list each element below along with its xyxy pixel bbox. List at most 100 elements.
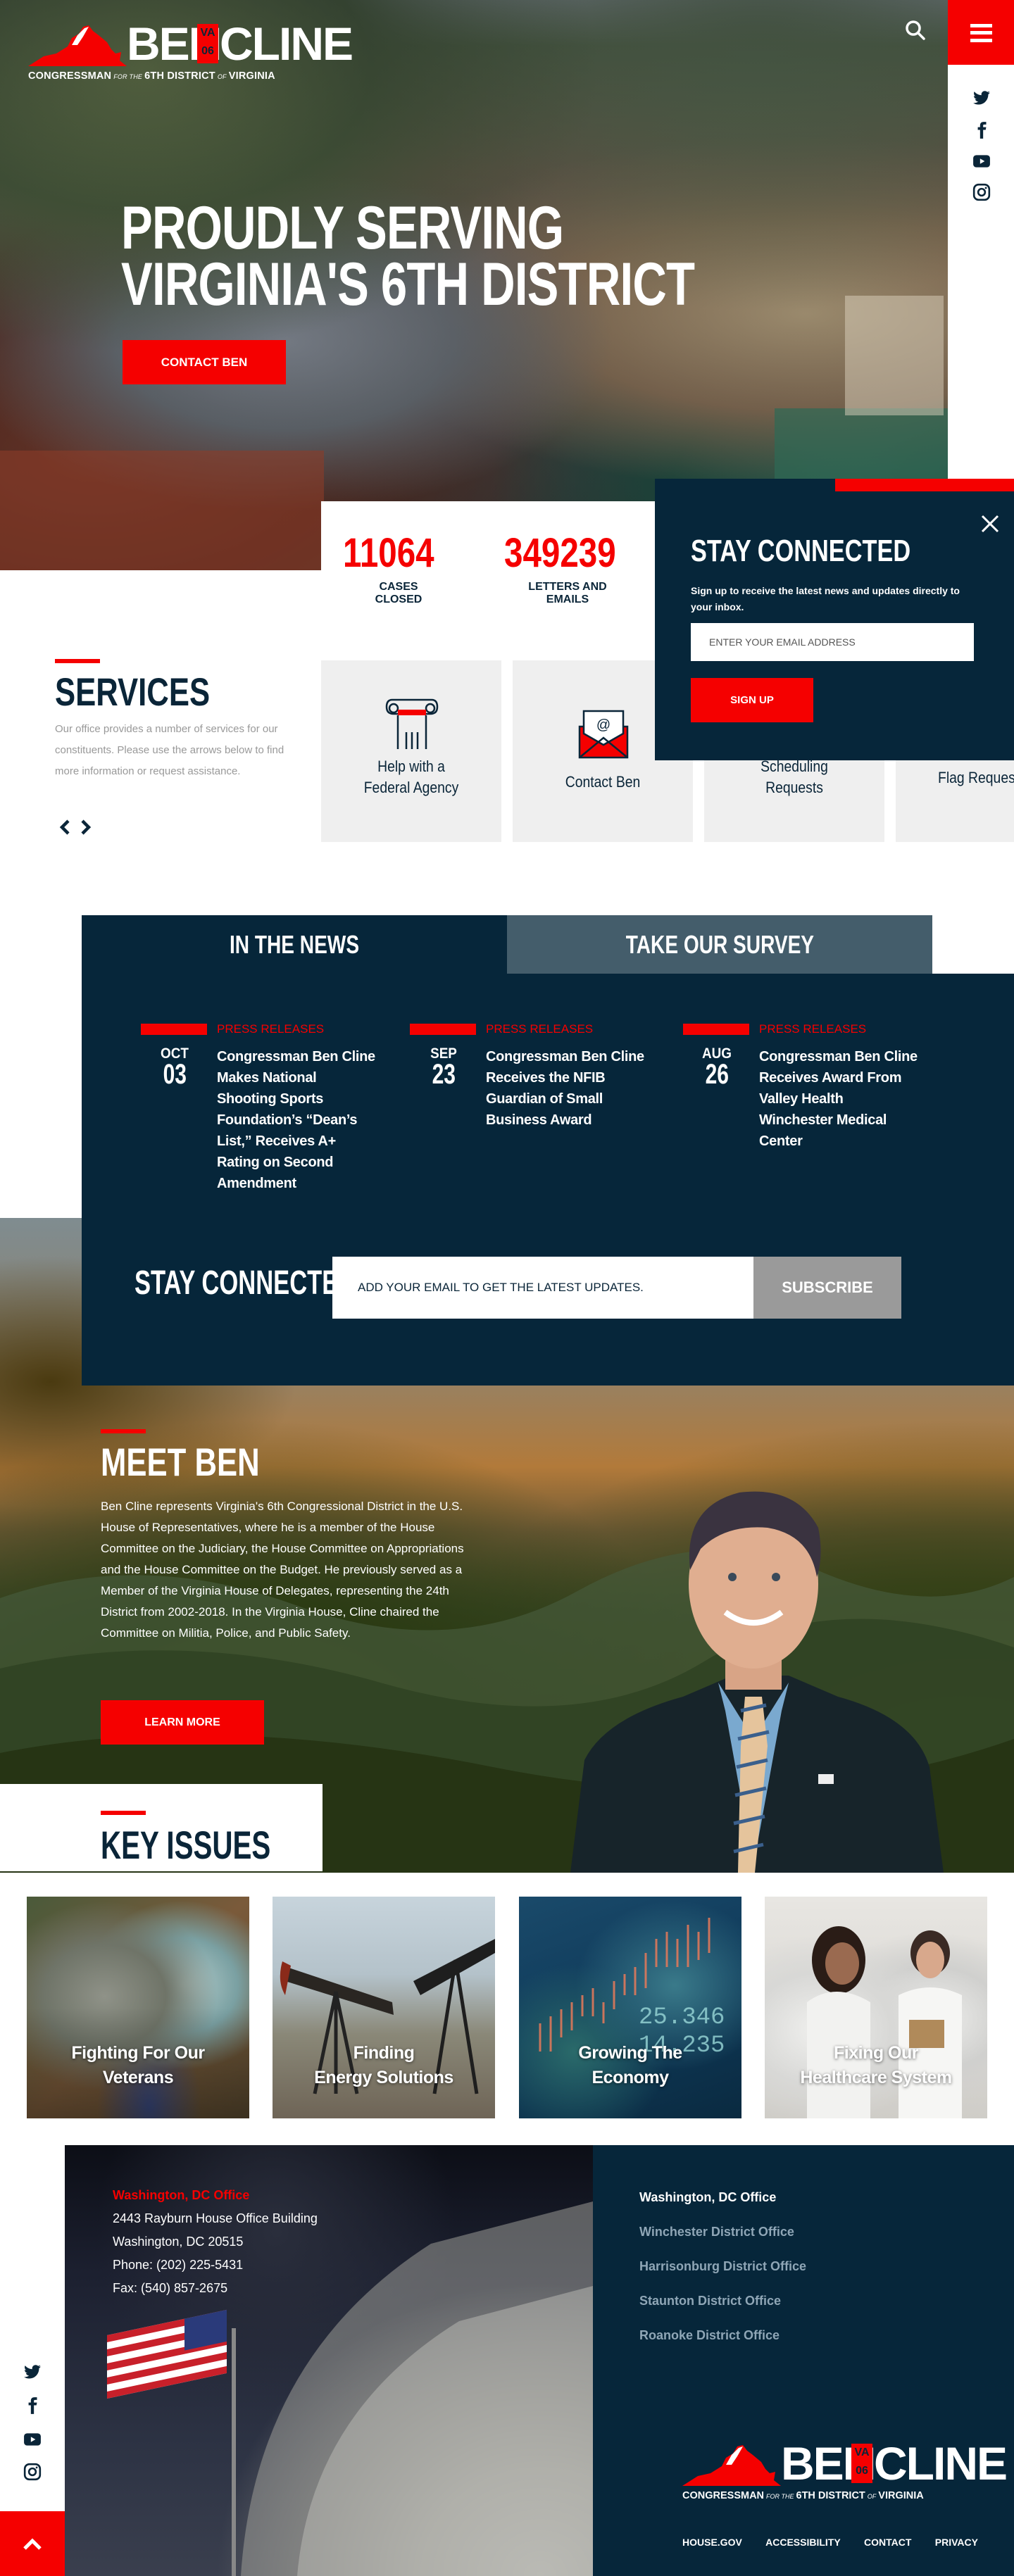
- issue-card-label: Fighting For Our Veterans: [27, 2041, 249, 2090]
- close-icon[interactable]: [980, 514, 1000, 534]
- subscribe-email-input[interactable]: [332, 1257, 753, 1319]
- footer-link-house-gov[interactable]: HOUSE.GOV: [682, 2537, 742, 2548]
- issue-card-label: Finding Energy Solutions: [273, 2041, 495, 2090]
- popup-email-input[interactable]: [691, 623, 974, 661]
- news-section: IN THE NEWS TAKE OUR SURVEY PRESS RELEAS…: [82, 915, 1014, 1386]
- office-link-roanoke[interactable]: Roanoke District Office: [639, 2318, 806, 2353]
- service-label-line: Requests: [765, 779, 823, 796]
- hero-title-line: VIRGINIA'S 6TH DISTRICT: [121, 251, 695, 318]
- stay-connected-popup: STAY CONNECTED Sign up to receive the la…: [655, 479, 1014, 760]
- office-fax: Fax: (540) 857-2675: [113, 2281, 228, 2295]
- menu-button[interactable]: [948, 0, 1014, 65]
- instagram-icon[interactable]: [23, 2463, 42, 2481]
- email-envelope-icon: @: [578, 710, 629, 759]
- office-link-winchester[interactable]: Winchester District Office: [639, 2215, 806, 2249]
- logo-last-name: CLINE: [874, 2437, 1008, 2489]
- stat-label: LETTERS AND EMAILS: [504, 581, 631, 606]
- tagline-part: FOR THE: [766, 2493, 794, 2500]
- site-logo[interactable]: BEN VA 06 CLINE CONGRESSMAN FOR THE 6TH DI…: [28, 20, 353, 88]
- badge-state: VA: [200, 27, 215, 39]
- office-link-harrisonburg[interactable]: Harrisonburg District Office: [639, 2249, 806, 2284]
- hamburger-menu-icon: [970, 24, 992, 27]
- article-title-link[interactable]: Congressman Ben Cline Receives the NFIB …: [486, 1046, 644, 1131]
- popup-accent-bar: [835, 479, 1014, 491]
- service-label-line: Contact Ben: [565, 773, 641, 791]
- facebook-icon[interactable]: [972, 121, 991, 139]
- service-card-federal-agency[interactable]: Help with a Federal Agency: [321, 660, 501, 842]
- back-to-top-button[interactable]: [0, 2511, 65, 2576]
- footer-link-contact[interactable]: CONTACT: [864, 2537, 911, 2548]
- issue-label-line: Fixing Our: [834, 2043, 919, 2063]
- search-button[interactable]: [905, 20, 926, 41]
- meet-ben-bio: Ben Cline represents Virginia's 6th Cong…: [101, 1500, 464, 1640]
- subscribe-title: STAY CONNECTED: [134, 1264, 356, 1302]
- service-card-label: Contact Ben: [523, 772, 682, 793]
- social-sidebar: [948, 65, 1014, 477]
- footer-logo[interactable]: BEN VA 06 CLINE CONGRESSMAN FOR THE 6TH DI…: [682, 2440, 1008, 2508]
- article-title-link[interactable]: Congressman Ben Cline Makes National Sho…: [217, 1046, 375, 1194]
- article-accent-bar: [410, 1024, 476, 1035]
- office-link-staunton[interactable]: Staunton District Office: [639, 2284, 806, 2318]
- article-accent-bar: [683, 1024, 749, 1035]
- service-card-label: Help with a Federal Agency: [332, 756, 490, 798]
- issue-card-label: Fixing Our Healthcare System: [765, 2041, 987, 2090]
- office-phone: Phone: (202) 225-5431: [113, 2258, 244, 2272]
- twitter-icon[interactable]: [972, 89, 991, 107]
- hamburger-menu-icon: [970, 31, 992, 34]
- tab-in-the-news[interactable]: IN THE NEWS: [82, 915, 507, 974]
- subscribe-button[interactable]: SUBSCRIBE: [753, 1257, 901, 1319]
- tab-label: IN THE NEWS: [229, 930, 360, 959]
- twitter-icon[interactable]: [23, 2363, 42, 2381]
- footer-office-details: Washington, DC Office 2443 Rayburn House…: [65, 2145, 593, 2576]
- tab-label: TAKE OUR SURVEY: [625, 930, 814, 959]
- tagline-part: VIRGINIA: [878, 2490, 924, 2501]
- facebook-icon[interactable]: [23, 2396, 42, 2415]
- issue-card-energy[interactable]: Finding Energy Solutions: [273, 1897, 495, 2118]
- svg-text:25.346: 25.346: [639, 2004, 725, 2031]
- key-issues-title: KEY ISSUES: [101, 1823, 271, 1867]
- meet-ben-content: MEET BEN Ben Cline represents Virginia's…: [101, 1429, 481, 1644]
- services-intro: SERVICES Our office provides a number of…: [55, 659, 308, 782]
- youtube-icon[interactable]: [972, 152, 991, 170]
- article-title-link[interactable]: Congressman Ben Cline Receives Award Fro…: [759, 1046, 918, 1152]
- meet-ben-title: MEET BEN: [101, 1440, 260, 1484]
- article-day-value: 03: [163, 1059, 187, 1090]
- services-title: SERVICES: [55, 670, 211, 714]
- stat-label: CASES CLOSED: [335, 581, 462, 606]
- social-sidebar-bottom: [0, 2344, 65, 2511]
- services-next-button[interactable]: [79, 817, 93, 838]
- issue-card-veterans[interactable]: Fighting For Our Veterans: [27, 1897, 249, 2118]
- hero-photo-columns: [845, 296, 944, 415]
- issue-label-line: Healthcare System: [800, 2068, 952, 2087]
- stat-cases-closed: 11064 CASES CLOSED: [335, 529, 462, 606]
- youtube-icon[interactable]: [23, 2430, 42, 2449]
- section-accent-bar: [55, 659, 100, 663]
- article-day: 26: [689, 1060, 745, 1088]
- stat-value: 349239: [504, 530, 616, 576]
- tagline-part: 6TH DISTRICT: [796, 2490, 865, 2501]
- issue-label-line: Economy: [592, 2068, 669, 2087]
- stat-label-line: CASES: [379, 581, 418, 593]
- issue-card-healthcare[interactable]: Fixing Our Healthcare System: [765, 1897, 987, 2118]
- office-list: Washington, DC Office Winchester Distric…: [639, 2180, 806, 2353]
- instagram-icon[interactable]: [972, 183, 991, 201]
- services-prev-button[interactable]: [58, 817, 72, 838]
- footer-link-privacy[interactable]: PRIVACY: [935, 2537, 978, 2548]
- popup-description: Sign up to receive the latest news and u…: [691, 585, 960, 612]
- chevron-right-icon: [81, 819, 92, 835]
- stat-label-line: LETTERS AND: [528, 581, 607, 593]
- tab-take-our-survey[interactable]: TAKE OUR SURVEY: [507, 915, 932, 974]
- contact-ben-button[interactable]: CONTACT BEN: [123, 340, 286, 384]
- issue-card-economy[interactable]: 25.346 14.235 Growing The Economy: [519, 1897, 741, 2118]
- office-link-washington[interactable]: Washington, DC Office: [639, 2180, 806, 2215]
- tagline-part: VIRGINIA: [228, 70, 275, 82]
- article-accent-bar: [141, 1024, 207, 1035]
- sign-up-button[interactable]: SIGN UP: [691, 678, 813, 722]
- office-heading: Washington, DC Office: [113, 2188, 250, 2202]
- footer-link-accessibility[interactable]: ACCESSIBILITY: [765, 2537, 841, 2548]
- stat-letters-emails: 349239 LETTERS AND EMAILS: [504, 529, 631, 606]
- learn-more-button[interactable]: LEARN MORE: [101, 1700, 264, 1745]
- article-day-value: 26: [705, 1059, 729, 1090]
- article-day-value: 23: [432, 1059, 456, 1090]
- tagline-part: CONGRESSMAN: [28, 70, 112, 82]
